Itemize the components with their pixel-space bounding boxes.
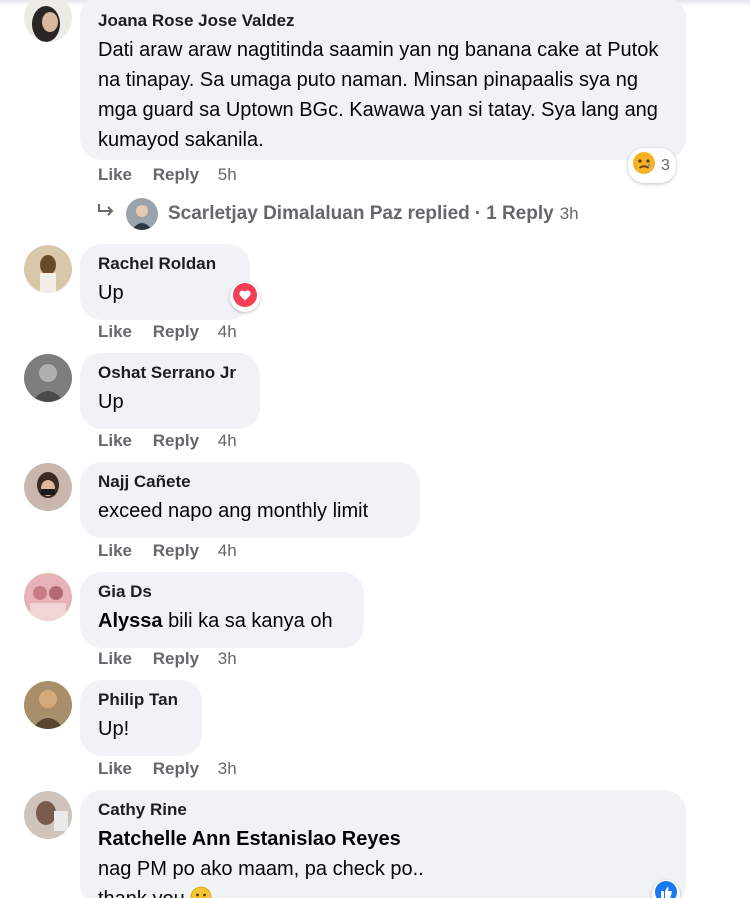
comment-author[interactable]: Cathy Rine (98, 799, 668, 821)
dot-separator: · (474, 203, 482, 224)
comment-text: Alyssa bili ka sa kanya oh (98, 606, 346, 636)
reply-button[interactable]: Reply (153, 322, 199, 341)
replies-time: 3h (559, 204, 579, 223)
comment-bubble: Rachel Roldan Up (80, 244, 250, 320)
comment-text: Up (98, 282, 124, 304)
like-button[interactable]: Like (98, 165, 132, 184)
like-button[interactable]: Like (98, 759, 132, 778)
comment-time[interactable]: 4h (218, 431, 237, 450)
thumbs-up-icon (655, 880, 677, 898)
comment-bubble: Gia Ds Alyssa bili ka sa kanya oh (80, 572, 364, 648)
reply-button[interactable]: Reply (153, 649, 199, 668)
avatar[interactable] (24, 681, 72, 729)
comment-author[interactable]: Najj Cañete (98, 471, 402, 493)
heart-icon (233, 282, 257, 312)
reaction-count: 3 (661, 156, 670, 174)
comment-actions: Like Reply 4h (98, 431, 237, 451)
comment-bubble: Cathy Rine Ratchelle Ann Estanislao Reye… (80, 790, 686, 898)
comment-bubble: Philip Tan Up! (80, 680, 202, 756)
comment-author[interactable]: Philip Tan (98, 689, 184, 711)
sad-face-icon (632, 151, 656, 180)
comment-author[interactable]: Oshat Serrano Jr (98, 362, 242, 384)
comment-text-rest: bili ka sa kanya oh (168, 610, 333, 632)
like-reaction-badge[interactable] (652, 880, 680, 898)
smiley-icon (190, 886, 212, 898)
comment-actions: Like Reply 4h (98, 541, 237, 561)
avatar[interactable] (24, 463, 72, 511)
replied-verb: replied (407, 203, 470, 224)
mention-link[interactable]: Ratchelle Ann Estanislao Reyes (98, 828, 401, 850)
comment-text: Up! (98, 718, 130, 740)
replier-name: Scarletjay Dimalaluan Paz (168, 203, 403, 224)
view-replies-link[interactable]: Scarletjay Dimalaluan Paz replied · 1 Re… (96, 198, 579, 230)
reply-count: 1 Reply (486, 203, 554, 224)
comment-actions: Like Reply 3h (98, 759, 237, 779)
like-button[interactable]: Like (98, 431, 132, 450)
avatar[interactable] (24, 354, 72, 402)
avatar[interactable] (24, 791, 72, 839)
avatar[interactable] (24, 245, 72, 293)
like-button[interactable]: Like (98, 541, 132, 560)
comment-time[interactable]: 3h (218, 649, 237, 668)
comment-bubble: Joana Rose Jose Valdez Dati araw araw na… (80, 0, 686, 160)
comment-bubble: Najj Cañete exceed napo ang monthly limi… (80, 462, 420, 538)
comment-bubble: Oshat Serrano Jr Up (80, 353, 260, 429)
comment-actions: Like Reply 4h (98, 322, 237, 342)
like-button[interactable]: Like (98, 649, 132, 668)
reaction-badge[interactable] (230, 282, 260, 312)
like-button[interactable]: Like (98, 322, 132, 341)
comment-actions: Like Reply 3h (98, 649, 237, 669)
avatar[interactable] (24, 0, 72, 42)
comment-author[interactable]: Rachel Roldan (98, 253, 232, 275)
reply-button[interactable]: Reply (153, 759, 199, 778)
avatar (126, 198, 158, 230)
comment-author[interactable]: Gia Ds (98, 581, 346, 603)
reply-button[interactable]: Reply (153, 431, 199, 450)
comment-text-rest: nag PM po ako maam, pa check po.. thank … (98, 858, 424, 898)
comment-time[interactable]: 5h (218, 165, 237, 184)
comment-text: Up (98, 391, 124, 413)
comment-time[interactable]: 4h (218, 322, 237, 341)
comment-text: Ratchelle Ann Estanislao Reyes nag PM po… (98, 824, 438, 898)
comment-author[interactable]: Joana Rose Jose Valdez (98, 10, 668, 32)
avatar[interactable] (24, 573, 72, 621)
comment-text: exceed napo ang monthly limit (98, 500, 369, 522)
comment-time[interactable]: 3h (218, 759, 237, 778)
mention-link[interactable]: Alyssa (98, 610, 163, 632)
reply-button[interactable]: Reply (153, 165, 199, 184)
reply-button[interactable]: Reply (153, 541, 199, 560)
comment-actions: Like Reply 5h (98, 165, 237, 185)
reply-arrow-icon (96, 202, 116, 226)
comment-time[interactable]: 4h (218, 541, 237, 560)
comment-text: Dati araw araw nagtitinda saamin yan ng … (98, 39, 659, 151)
reaction-badge[interactable]: 3 (628, 148, 676, 183)
